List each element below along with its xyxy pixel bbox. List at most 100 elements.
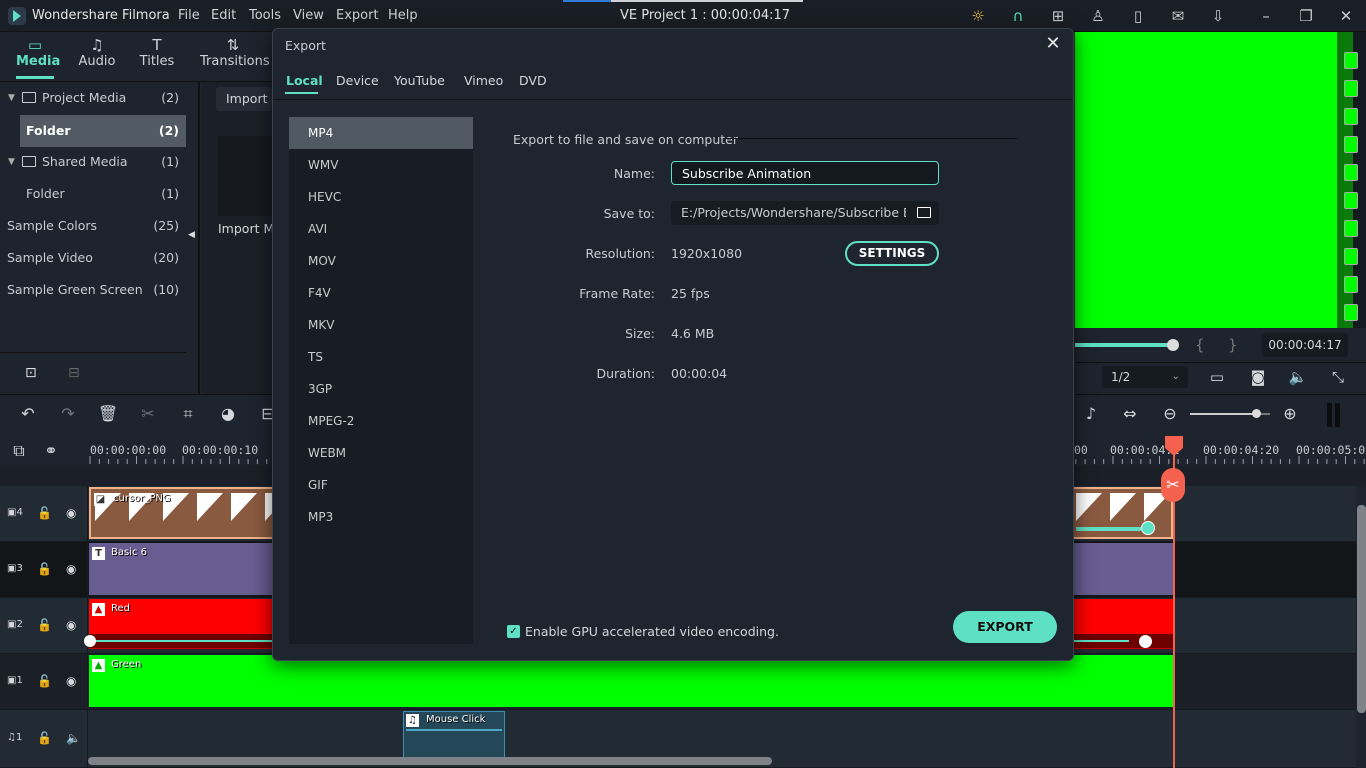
playback-scrub-handle[interactable] xyxy=(1167,339,1179,351)
menu-view[interactable]: View xyxy=(293,8,324,23)
gift-icon[interactable]: ⊞ xyxy=(1048,6,1068,26)
expand-triangle-icon[interactable]: ▼ xyxy=(8,146,15,178)
crop-icon[interactable]: ⌗ xyxy=(177,403,199,425)
fit-timeline-icon[interactable]: ⇔ xyxy=(1119,403,1141,425)
dialog-close-icon[interactable]: ✕ xyxy=(1043,34,1063,54)
tab-local[interactable]: Local xyxy=(286,73,323,88)
mail-icon[interactable]: ✉ xyxy=(1168,6,1188,26)
clip-green[interactable]: ▲ Green xyxy=(89,655,1173,707)
render-quality-select[interactable]: 1/2 ⌄ xyxy=(1102,366,1188,388)
display-icon[interactable]: ▭ xyxy=(1206,366,1228,388)
speaker-icon[interactable]: 🔈 xyxy=(66,731,81,745)
sidebar-item-sample-green-screen[interactable]: Sample Green Screen (10) xyxy=(0,274,186,306)
tab-youtube[interactable]: YouTube xyxy=(394,73,445,88)
sidebar-collapse-strip[interactable]: ◀ xyxy=(186,82,200,394)
sidebar-item-shared-media[interactable]: ▼ Shared Media (1) xyxy=(0,146,186,178)
redo-icon[interactable]: ↷ xyxy=(57,403,79,425)
tab-media[interactable]: ▭ Media xyxy=(16,36,60,69)
import-button[interactable]: Import xyxy=(216,87,272,111)
playhead-pointer[interactable] xyxy=(1165,448,1183,456)
lock-icon[interactable]: 🔓 xyxy=(37,562,52,576)
new-folder-icon[interactable]: ⊡ xyxy=(25,365,37,381)
volume-icon[interactable]: 🔈 xyxy=(1287,366,1309,388)
headset-icon[interactable]: ∩ xyxy=(1008,6,1028,26)
restore-icon[interactable]: ❐ xyxy=(1296,6,1316,26)
add-track-icon[interactable]: ⧉ xyxy=(8,440,30,462)
format-item-avi[interactable]: AVI xyxy=(289,213,473,245)
eye-icon[interactable]: ◉ xyxy=(66,506,76,520)
collapse-arrow-icon[interactable]: ◀ xyxy=(188,230,195,240)
sidebar-item-shared-folder[interactable]: Folder (1) xyxy=(0,178,186,210)
tab-vimeo[interactable]: Vimeo xyxy=(464,73,503,88)
download-icon[interactable]: ⇩ xyxy=(1208,6,1228,26)
tab-titles[interactable]: T Titles xyxy=(138,36,176,69)
menu-file[interactable]: File xyxy=(178,8,200,23)
color-palette-icon[interactable]: ◕ xyxy=(217,403,239,425)
settings-button[interactable]: SETTINGS xyxy=(845,241,939,266)
menu-help[interactable]: Help xyxy=(388,8,418,23)
format-item-3gp[interactable]: 3GP xyxy=(289,373,473,405)
user-icon[interactable]: ♙ xyxy=(1088,6,1108,26)
format-item-mkv[interactable]: MKV xyxy=(289,309,473,341)
lock-icon[interactable]: 🔓 xyxy=(37,506,52,520)
format-item-mp3[interactable]: MP3 xyxy=(289,501,473,533)
delete-icon[interactable]: 🗑 xyxy=(97,403,119,425)
playback-progress[interactable] xyxy=(1075,343,1175,347)
eye-icon[interactable]: ◉ xyxy=(66,674,76,688)
format-item-hevc[interactable]: HEVC xyxy=(289,181,473,213)
saveto-field[interactable]: E:/Projects/Wondershare/Subscribe Butt xyxy=(671,201,939,225)
eye-icon[interactable]: ◉ xyxy=(66,562,76,576)
gpu-checkbox[interactable]: ✓ xyxy=(507,625,520,638)
timeline-zoom-handle[interactable] xyxy=(1252,409,1261,418)
lock-icon[interactable]: 🔓 xyxy=(37,618,52,632)
menu-edit[interactable]: Edit xyxy=(211,8,236,23)
format-item-ts[interactable]: TS xyxy=(289,341,473,373)
format-item-f4v[interactable]: F4V xyxy=(289,277,473,309)
split-at-playhead-icon[interactable]: ✂ xyxy=(1161,468,1185,502)
tab-device[interactable]: Device xyxy=(336,73,379,88)
tab-audio[interactable]: ♫ Audio xyxy=(78,36,116,69)
delete-folder-icon[interactable]: ⊟ xyxy=(68,365,80,381)
format-item-mpeg2[interactable]: MPEG-2 xyxy=(289,405,473,437)
keyframe-end-handle[interactable] xyxy=(1139,635,1152,648)
clip-mouse-click[interactable]: ♫ Mouse Click xyxy=(403,711,505,761)
sidebar-item-sample-video[interactable]: Sample Video (20) xyxy=(0,242,186,274)
lock-icon[interactable]: 🔓 xyxy=(37,674,52,688)
menu-export[interactable]: Export xyxy=(336,8,379,23)
timeline-vertical-scrollbar[interactable] xyxy=(1357,505,1366,713)
zoom-in-icon[interactable]: ⊕ xyxy=(1279,403,1301,425)
pause-icon[interactable] xyxy=(1327,403,1332,427)
format-item-gif[interactable]: GIF xyxy=(289,469,473,501)
bulb-icon[interactable]: ☼ xyxy=(968,6,988,26)
split-scissors-icon[interactable]: ✂ xyxy=(137,403,159,425)
snapshot-camera-icon[interactable]: ◙ xyxy=(1247,366,1269,388)
expand-triangle-icon[interactable]: ▼ xyxy=(8,82,15,114)
mark-out-icon[interactable]: } xyxy=(1228,336,1238,354)
import-media-thumbnail[interactable] xyxy=(218,136,274,216)
playhead-handle[interactable] xyxy=(1165,436,1183,448)
export-button[interactable]: EXPORT xyxy=(953,611,1057,643)
format-item-mov[interactable]: MOV xyxy=(289,245,473,277)
format-item-mp4[interactable]: MP4 xyxy=(289,117,473,149)
zoom-out-icon[interactable]: ⊖ xyxy=(1159,403,1181,425)
timeline-horizontal-scrollbar[interactable] xyxy=(88,757,772,765)
undo-icon[interactable]: ↶ xyxy=(17,403,39,425)
eye-icon[interactable]: ◉ xyxy=(66,618,76,632)
save-icon[interactable]: ▯ xyxy=(1128,6,1148,26)
lock-icon[interactable]: 🔓 xyxy=(37,731,52,745)
tab-transitions[interactable]: ⇅ Transitions xyxy=(200,36,270,69)
menu-tools[interactable]: Tools xyxy=(249,8,281,23)
audio-mixer-icon[interactable]: ♪ xyxy=(1080,403,1102,425)
format-item-webm[interactable]: WEBM xyxy=(289,437,473,469)
keyframe-handle[interactable] xyxy=(1141,521,1155,535)
tab-dvd[interactable]: DVD xyxy=(519,73,547,88)
sidebar-item-sample-colors[interactable]: Sample Colors (25) xyxy=(0,210,186,242)
name-input[interactable] xyxy=(671,161,939,185)
browse-folder-icon[interactable] xyxy=(917,207,931,218)
pause-icon-bar[interactable] xyxy=(1335,403,1340,427)
mark-in-icon[interactable]: { xyxy=(1195,336,1205,354)
keyframe-start-handle[interactable] xyxy=(84,635,96,647)
format-item-wmv[interactable]: WMV xyxy=(289,149,473,181)
fullscreen-icon[interactable]: ⤡ xyxy=(1327,366,1349,388)
minimize-icon[interactable]: – xyxy=(1256,6,1276,26)
